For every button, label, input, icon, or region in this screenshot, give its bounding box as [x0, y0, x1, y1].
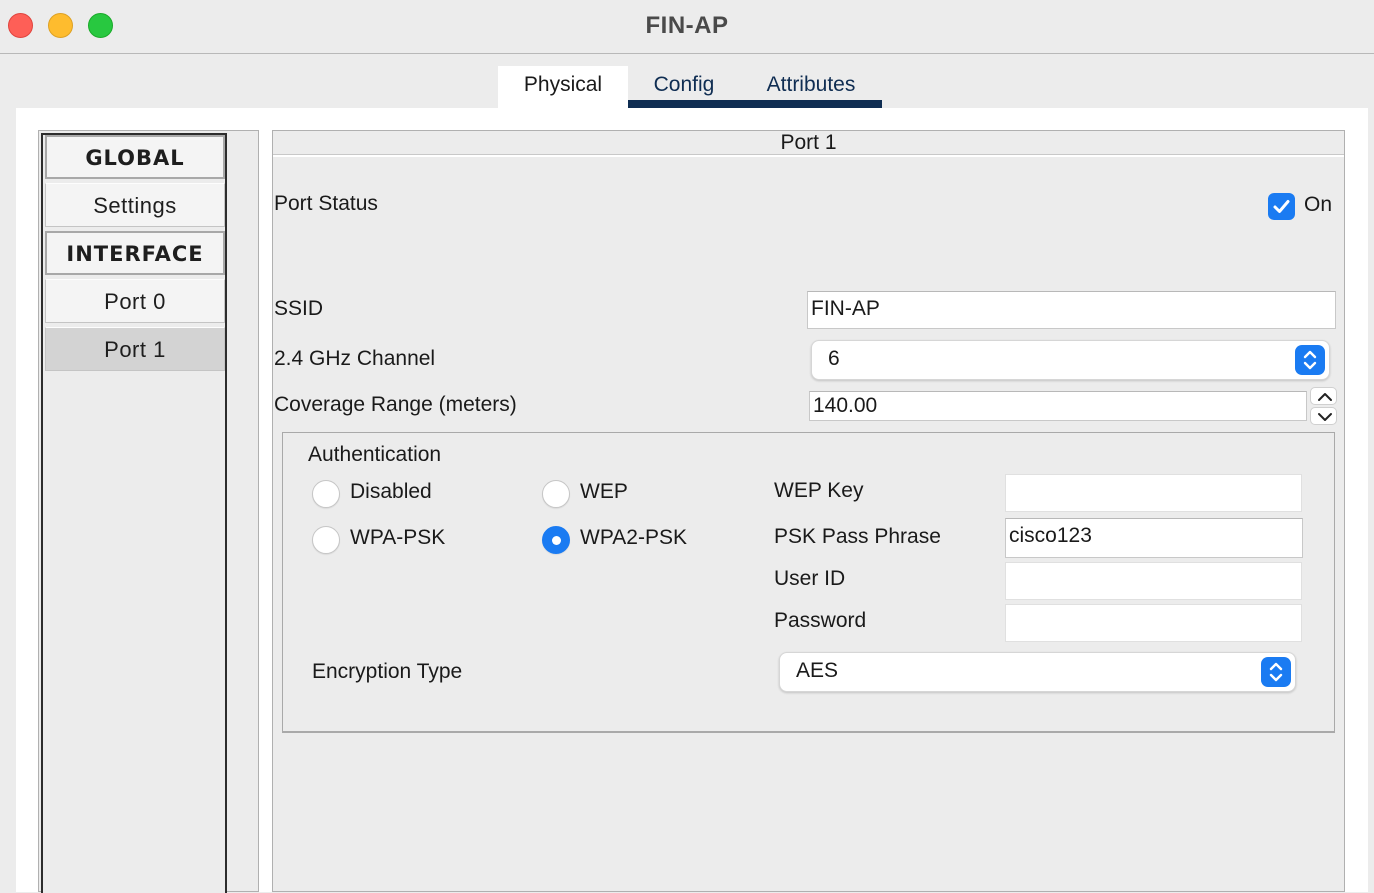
ssid-label: SSID: [274, 297, 324, 320]
auth-wep-label: WEP: [580, 480, 628, 503]
wep-key-input[interactable]: [1005, 474, 1302, 512]
password-input[interactable]: [1005, 604, 1302, 642]
user-id-input[interactable]: [1005, 562, 1302, 600]
sidebar-item-port-1[interactable]: Port 1: [45, 327, 225, 371]
channel-select[interactable]: 6: [811, 340, 1330, 380]
sidebar-list: GLOBAL Settings INTERFACE Port 0 Port 1: [41, 133, 227, 893]
wep-key-label: WEP Key: [774, 479, 864, 502]
port-status-checkbox[interactable]: [1268, 193, 1295, 220]
authentication-title: Authentication: [308, 443, 442, 466]
encryption-type-value: AES: [796, 659, 839, 682]
panel-title: Port 1: [273, 131, 1344, 157]
port-status-label: Port Status: [274, 192, 378, 215]
chevron-up-icon: [1318, 393, 1332, 401]
sidebar-header-global[interactable]: GLOBAL: [45, 135, 225, 179]
title-bar: FIN-AP: [0, 0, 1374, 54]
encryption-type-select[interactable]: AES: [779, 652, 1296, 692]
stepper-up-button[interactable]: [1310, 387, 1337, 405]
auth-wpa-psk-radio[interactable]: [312, 526, 340, 554]
tab-bar: Physical Config Attributes: [498, 66, 882, 108]
auth-wpa-psk-label: WPA-PSK: [350, 526, 446, 549]
coverage-input[interactable]: 140.00: [809, 391, 1307, 421]
ssid-input[interactable]: FIN-AP: [807, 291, 1336, 329]
encryption-type-label: Encryption Type: [312, 660, 463, 683]
coverage-label: Coverage Range (meters): [274, 393, 517, 416]
chevron-updown-icon: [1261, 657, 1291, 687]
auth-wpa2-psk-label: WPA2-PSK: [580, 526, 687, 549]
coverage-stepper[interactable]: [1310, 387, 1337, 425]
sidebar-item-settings[interactable]: Settings: [45, 183, 225, 227]
auth-disabled-label: Disabled: [350, 480, 432, 503]
channel-select-value: 6: [828, 347, 840, 370]
stepper-down-button[interactable]: [1310, 407, 1337, 425]
password-label: Password: [774, 609, 867, 632]
channel-label: 2.4 GHz Channel: [274, 347, 436, 370]
tab-attributes[interactable]: Attributes: [740, 66, 882, 108]
sidebar: GLOBAL Settings INTERFACE Port 0 Port 1: [38, 130, 259, 893]
port-status-on-label: On: [1304, 193, 1333, 216]
window-title: FIN-AP: [645, 12, 729, 39]
tab-config[interactable]: Config: [628, 66, 740, 108]
sidebar-header-interface[interactable]: INTERFACE: [45, 231, 225, 275]
sidebar-item-port-0[interactable]: Port 0: [45, 279, 225, 323]
auth-wep-radio[interactable]: [542, 480, 570, 508]
user-id-label: User ID: [774, 567, 846, 590]
checkmark-icon: [1273, 200, 1290, 213]
auth-wpa2-psk-radio[interactable]: [542, 526, 570, 554]
psk-pass-phrase-input[interactable]: cisco123: [1005, 518, 1303, 558]
chevron-updown-icon: [1295, 345, 1325, 375]
tab-physical[interactable]: Physical: [498, 66, 628, 108]
auth-disabled-radio[interactable]: [312, 480, 340, 508]
chevron-down-icon: [1318, 413, 1332, 421]
psk-pass-phrase-label: PSK Pass Phrase: [774, 525, 941, 548]
